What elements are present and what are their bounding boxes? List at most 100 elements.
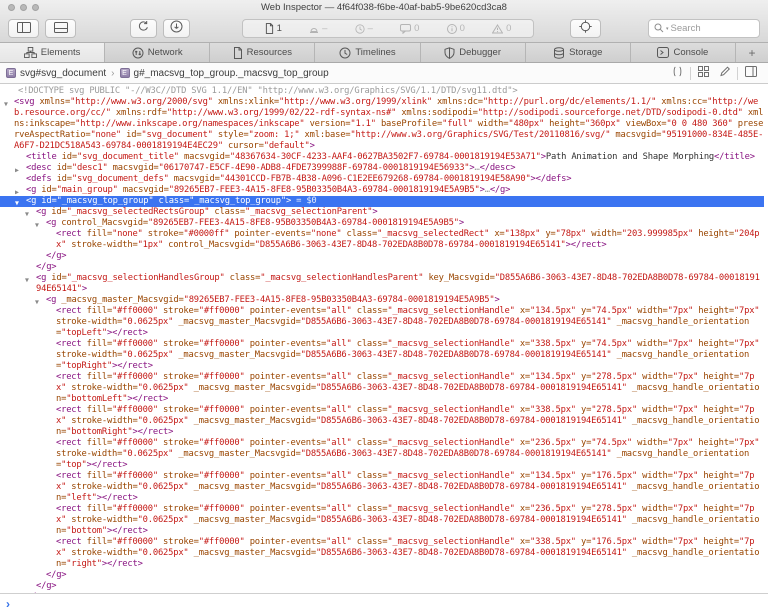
attribute-value: "bottom" bbox=[66, 526, 107, 536]
attribute-value: "_macsvg_top_group" bbox=[57, 196, 154, 206]
search-input[interactable] bbox=[671, 23, 741, 34]
dom-node[interactable]: ▼<svg xmlns="http://www.w3.org/2000/svg"… bbox=[0, 97, 764, 152]
dom-node[interactable]: <rect fill="#ff0000" stroke="#ff0000" po… bbox=[0, 471, 764, 504]
tag-name: <g bbox=[36, 273, 46, 283]
divider bbox=[737, 67, 738, 80]
dom-node[interactable]: </g> bbox=[0, 592, 764, 593]
status-log-count[interactable]: 0 bbox=[400, 23, 419, 34]
attribute-name: _macsvg_master_Macsvgid= bbox=[173, 317, 300, 327]
dom-node[interactable]: ▼<g control_Macsvgid="89265EB7-FEE3-4A15… bbox=[0, 218, 764, 229]
dom-node[interactable]: </g> bbox=[0, 570, 764, 581]
dock-bottom-button[interactable] bbox=[45, 19, 76, 38]
dom-node[interactable]: ▼<g id="_macsvg_selectedRectsGroup" clas… bbox=[0, 207, 764, 218]
status-info-count[interactable]: 0 bbox=[447, 23, 465, 34]
dom-node[interactable]: <rect fill="#ff0000" stroke="#ff0000" po… bbox=[0, 339, 764, 372]
dom-node[interactable]: <!DOCTYPE svg PUBLIC "-//W3C//DTD SVG 1.… bbox=[0, 86, 764, 97]
dom-tree[interactable]: <!DOCTYPE svg PUBLIC "-//W3C//DTD SVG 1.… bbox=[0, 84, 768, 593]
dom-node[interactable]: <rect fill="#ff0000" stroke="#ff0000" po… bbox=[0, 306, 764, 339]
tab-debugger[interactable]: Debugger bbox=[421, 43, 526, 62]
dock-side-button[interactable] bbox=[8, 19, 39, 38]
tab-new-tab[interactable]: + bbox=[736, 43, 768, 62]
attribute-value: "#0000ff" bbox=[183, 229, 229, 239]
dom-node[interactable]: </g> bbox=[0, 581, 764, 592]
breadcrumb-item[interactable]: Esvg#svg_document bbox=[6, 68, 106, 79]
dom-node[interactable]: <rect fill="#ff0000" stroke="#ff0000" po… bbox=[0, 405, 764, 438]
attribute-name: baseProfile= bbox=[376, 119, 442, 129]
dom-node[interactable]: ▼<g _macsvg_master_Macsvgid="89265EB7-FE… bbox=[0, 295, 764, 306]
attribute-value: "main_group" bbox=[57, 185, 118, 195]
dom-node[interactable]: </g> bbox=[0, 262, 764, 273]
attribute-value: "D855A6B6-3063-43E7-8D48-702EDA8B0D78-69… bbox=[301, 449, 612, 459]
attribute-value: "48367634-30CF-4233-AAF4-0627BA3502F7-69… bbox=[230, 152, 541, 162]
status-warning-count[interactable]: 0 bbox=[492, 23, 511, 34]
attribute-name: height= bbox=[544, 119, 585, 129]
tab-resources[interactable]: Resources bbox=[210, 43, 315, 62]
tab-timelines[interactable]: Timelines bbox=[315, 43, 420, 62]
attribute-name: cursor= bbox=[223, 141, 264, 151]
attribute-value: "D855A6B6-3063-43E7-8D48-702EDA8B0D78-69… bbox=[316, 383, 627, 393]
pencil-icon bbox=[719, 66, 730, 80]
attribute-name: class= bbox=[352, 306, 388, 316]
edit-button[interactable] bbox=[714, 66, 735, 80]
show-source-button[interactable] bbox=[667, 66, 688, 80]
dom-node[interactable]: ▼<g id="_macsvg_selectionHandlesGroup" c… bbox=[0, 273, 764, 295]
tab-label: Elements bbox=[41, 47, 81, 58]
dom-node[interactable]: <rect fill="#ff0000" stroke="#ff0000" po… bbox=[0, 504, 764, 537]
tag-name: <rect bbox=[56, 372, 81, 382]
attribute-name: width= bbox=[637, 405, 673, 415]
breadcrumb: Esvg#svg_document›Eg#_macsvg_top_group._… bbox=[6, 68, 329, 79]
quick-console[interactable]: › bbox=[0, 593, 768, 614]
tab-console[interactable]: Console bbox=[631, 43, 736, 62]
breadcrumb-item[interactable]: Eg#_macsvg_top_group._macsvg_top_group bbox=[120, 68, 329, 79]
attribute-value: "#ff0000" bbox=[199, 504, 245, 514]
attribute-value: "_macsvg_selectionHandle" bbox=[387, 339, 514, 349]
reload-button[interactable] bbox=[130, 19, 157, 38]
titlebar[interactable]: Web Inspector — 4f64f038-f6be-40af-bab5-… bbox=[0, 0, 768, 15]
tab-network[interactable]: Network bbox=[105, 43, 210, 62]
attribute-name: stroke= bbox=[143, 229, 184, 239]
status-time[interactable]: – bbox=[355, 23, 373, 34]
tab-storage[interactable]: Storage bbox=[526, 43, 631, 62]
dom-node[interactable]: <defs id="svg_document_defs" macsvgid="4… bbox=[0, 174, 764, 185]
tag-name: <g bbox=[36, 207, 46, 217]
status-value: – bbox=[368, 23, 373, 34]
console-prompt-icon: › bbox=[6, 595, 10, 614]
dom-node-selected[interactable]: ▼<g id="_macsvg_top_group" class="_macsv… bbox=[0, 196, 764, 207]
search-field[interactable]: ▾ bbox=[648, 19, 760, 38]
attribute-value: "_macsvg_selectionHandle" bbox=[387, 504, 514, 514]
disclosure-triangle-icon[interactable]: ▼ bbox=[25, 275, 29, 286]
attribute-name: width= bbox=[632, 306, 668, 316]
attribute-name: xml:base= bbox=[299, 130, 350, 140]
dom-node[interactable]: ▶<desc id="desc1" macsvgid="06170747-E5C… bbox=[0, 163, 764, 174]
attribute-value: "D855A6B6-3063-43E7-8D48-702EDA8B0D78-69… bbox=[316, 416, 627, 426]
minimize-button[interactable] bbox=[20, 4, 27, 11]
attribute-name: fill= bbox=[81, 339, 112, 349]
attribute-name: stroke-width= bbox=[66, 548, 137, 558]
dom-node[interactable]: <rect fill="none" stroke="#0000ff" point… bbox=[0, 229, 764, 251]
details-sidebar-button[interactable] bbox=[740, 66, 762, 80]
dom-node[interactable]: <title id="svg_document_title" macsvgid=… bbox=[0, 152, 764, 163]
tab-label: Timelines bbox=[355, 47, 395, 58]
status-alert-count[interactable]: – bbox=[309, 23, 327, 34]
tab-elements[interactable]: Elements bbox=[0, 43, 105, 62]
closing-tag: </rect> bbox=[571, 240, 607, 250]
element-icon: E bbox=[6, 68, 16, 78]
disclosure-triangle-icon[interactable]: ▼ bbox=[4, 99, 8, 110]
dom-node[interactable]: <rect fill="#ff0000" stroke="#ff0000" po… bbox=[0, 372, 764, 405]
attribute-name: height= bbox=[698, 405, 739, 415]
download-button[interactable] bbox=[163, 19, 190, 38]
close-button[interactable] bbox=[8, 4, 15, 11]
status-doc-count[interactable]: 1 bbox=[265, 23, 282, 34]
attribute-value: "0.0625px" bbox=[138, 482, 189, 492]
attribute-value: "176.5px" bbox=[591, 537, 637, 547]
element-picker-button[interactable] bbox=[570, 19, 601, 38]
dom-node[interactable]: <rect fill="#ff0000" stroke="#ff0000" po… bbox=[0, 537, 764, 570]
zoom-button[interactable] bbox=[32, 4, 39, 11]
attribute-value: "all" bbox=[326, 471, 351, 481]
layout-grid-button[interactable] bbox=[693, 66, 714, 80]
dom-node[interactable]: <rect fill="#ff0000" stroke="#ff0000" po… bbox=[0, 438, 764, 471]
attribute-value: "_macsvg_selectionHandle" bbox=[387, 372, 514, 382]
attribute-name: x= bbox=[515, 372, 530, 382]
dom-node[interactable]: ▶<g id="main_group" macsvgid="89265EB7-F… bbox=[0, 185, 764, 196]
dom-node[interactable]: </g> bbox=[0, 251, 764, 262]
